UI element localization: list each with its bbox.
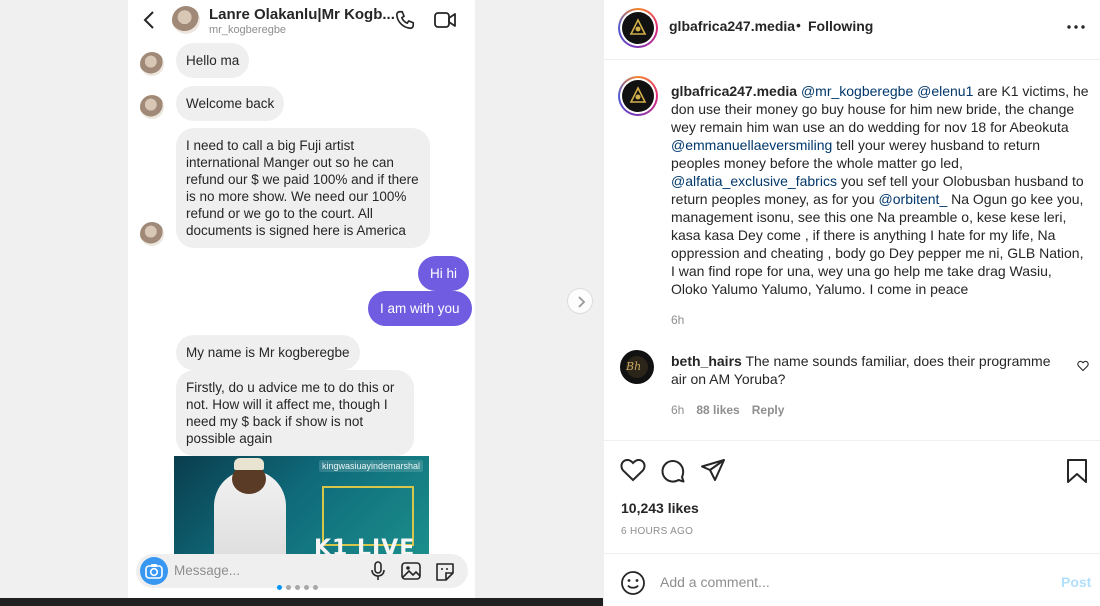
post-timestamp: 6 HOURS AGO [621,526,694,537]
like-comment-icon[interactable] [1077,360,1089,372]
person-cap [234,458,264,470]
carousel-dots [277,585,318,590]
message-composer: Message... [136,554,468,588]
comment-input[interactable]: Add a comment... [660,574,770,590]
like-icon[interactable] [620,458,646,482]
carousel-dot [286,585,291,590]
bottom-bar [0,598,603,606]
account-name[interactable]: glbafrica247.media [669,18,795,34]
sender-avatar [140,222,164,246]
bookmark-icon[interactable] [1066,458,1088,484]
commenter-avatar-text: Bh [626,360,642,373]
gallery-icon[interactable] [400,561,422,581]
share-icon[interactable] [700,458,726,482]
post-sidebar: glbafrica247.media • Following glbafrica… [603,0,1100,606]
mention-link[interactable]: @orbitent_ [879,191,948,207]
carousel-dot [277,585,282,590]
incoming-message: Hello ma [176,43,250,78]
contact-avatar[interactable] [172,6,200,34]
microphone-icon[interactable] [370,561,386,581]
dm-conversation: Lanre Olakanlu|Mr Kogb... mr_kogberegbe … [128,0,475,598]
chevron-right-icon [578,296,586,308]
dm-screenshot-panel: Lanre Olakanlu|Mr Kogb... mr_kogberegbe … [0,0,603,606]
sender-avatar [140,95,164,119]
separator-dot: • [796,17,801,33]
carousel-dot [295,585,300,590]
outgoing-message: I am with you [368,291,472,326]
comment-username[interactable]: beth_hairs [671,353,742,369]
repost-tag: kingwasiuayindemarshal [318,460,423,472]
outgoing-message: Hi hi [418,256,470,291]
account-avatar[interactable] [618,8,658,48]
incoming-message: Welcome back [176,86,285,121]
contact-username: mr_kogberegbe [209,24,287,36]
phone-call-icon[interactable] [394,9,416,31]
incoming-message: My name is Mr kogberegbe [176,335,360,370]
message-input[interactable]: Message... [174,563,240,578]
following-button[interactable]: Following [808,18,873,34]
video-call-icon[interactable] [433,9,457,31]
add-comment-bar: Add a comment... Post [604,553,1100,606]
chat-header: Lanre Olakanlu|Mr Kogb... mr_kogberegbe [128,0,475,42]
carousel-dot [304,585,309,590]
likes-count[interactable]: 10,243 likes [621,500,699,516]
camera-button[interactable] [140,557,168,585]
post-caption: glbafrica247.media @mr_kogberegbe @elenu… [671,82,1091,298]
camera-icon [145,564,163,579]
glb-logo-icon [629,18,647,35]
emoji-icon[interactable] [620,570,646,596]
post-actions: 10,243 likes 6 HOURS AGO Add a comment..… [604,440,1100,606]
carousel-dot [313,585,318,590]
back-arrow-icon[interactable] [140,8,160,32]
sticker-icon[interactable] [434,561,456,581]
comment-likes[interactable]: 88 likes [696,403,739,417]
post-comment-button[interactable]: Post [1061,574,1091,590]
contact-name[interactable]: Lanre Olakanlu|Mr Kogb... [209,6,395,23]
comment-icon[interactable] [660,458,686,484]
commenter-avatar[interactable]: Bh [620,350,654,384]
mention-link[interactable]: @emmanuellaeversmiling [671,137,832,153]
mention-link[interactable]: @alfatia_exclusive_fabrics [671,173,837,189]
caption-timestamp: 6h [671,313,685,327]
mention-link[interactable]: @elenu1 [917,83,973,99]
shared-post-preview[interactable]: kingwasiuayindemarshal K1 LIVE IN [174,456,429,556]
comment-meta: 6h 88 likes Reply [671,403,784,417]
mention-link[interactable]: @mr_kogberegbe [801,83,913,99]
sender-avatar [140,52,164,76]
comment-timestamp: 6h [671,403,685,417]
caption-username[interactable]: glbafrica247.media [671,83,797,99]
glb-logo-icon [629,86,647,103]
comment: beth_hairs The name sounds familiar, doe… [671,352,1061,388]
next-slide-button[interactable] [567,288,593,314]
banner-text: K1 LIVE IN [314,536,416,556]
reply-button[interactable]: Reply [752,403,785,417]
incoming-message: Firstly, do u advice me to do this or no… [176,370,414,456]
caption-avatar[interactable] [618,76,658,116]
incoming-message: I need to call a big Fuji artist interna… [176,128,430,248]
post-header: glbafrica247.media • Following [604,0,1100,60]
more-options-icon[interactable] [1066,17,1086,37]
